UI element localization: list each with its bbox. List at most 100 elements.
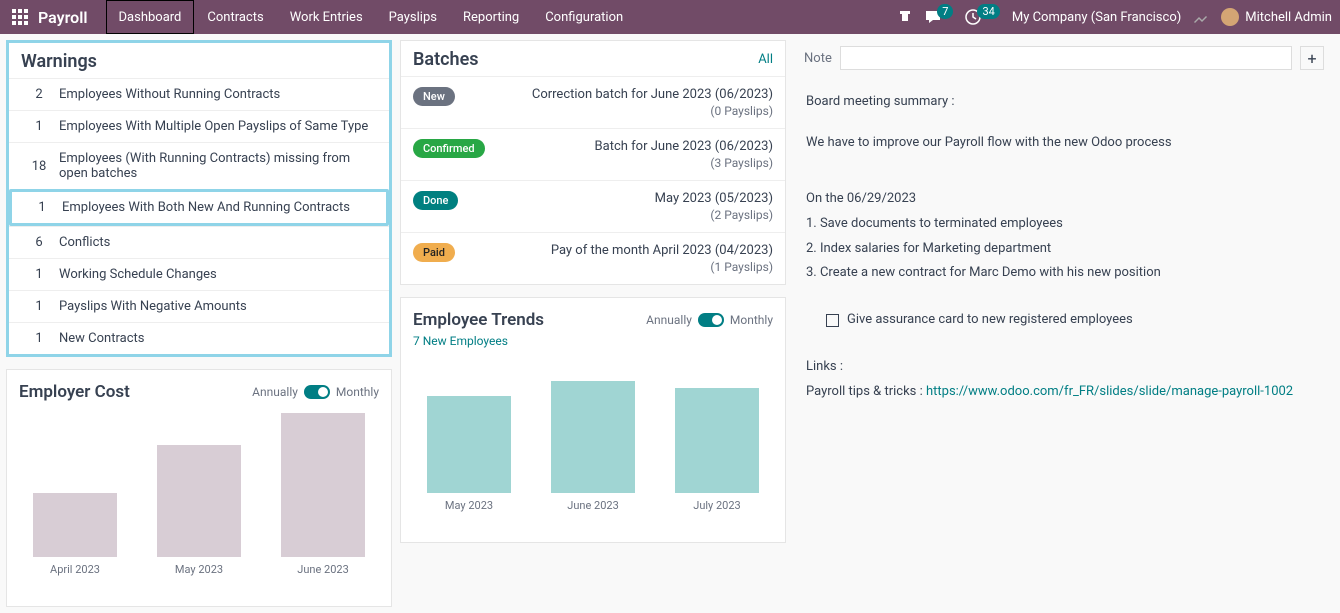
tab-dashboard[interactable]: Dashboard bbox=[106, 0, 195, 34]
employee-trends-chart: May 2023 June 2023 July 2023 bbox=[401, 352, 785, 542]
employer-cost-card: Employer Cost Annually Monthly April 202… bbox=[6, 369, 392, 607]
top-nav: Payroll Dashboard Contracts Work Entries… bbox=[0, 0, 1340, 34]
chart-bar-column: May 2023 bbox=[151, 445, 247, 576]
period-toggle[interactable] bbox=[304, 385, 330, 399]
note-line: 3. Create a new contract for Marc Demo w… bbox=[806, 261, 1322, 286]
chart-bar-label: May 2023 bbox=[445, 499, 493, 512]
chart-bar bbox=[675, 388, 759, 493]
debug-icon[interactable] bbox=[1193, 9, 1209, 25]
note-line: Payroll tips & tricks : https://www.odoo… bbox=[806, 380, 1322, 405]
chart-bar bbox=[33, 493, 117, 557]
note-line: Links : bbox=[806, 355, 1322, 380]
chart-bar-column: April 2023 bbox=[27, 493, 123, 576]
warning-label: Payslips With Negative Amounts bbox=[59, 299, 379, 314]
batch-subtitle: (1 Payslips) bbox=[551, 260, 773, 274]
warning-label: Employees Without Running Contracts bbox=[59, 87, 379, 102]
tab-work-entries[interactable]: Work Entries bbox=[277, 0, 376, 34]
voip-icon[interactable] bbox=[897, 9, 913, 25]
warning-count: 2 bbox=[19, 87, 59, 102]
warnings-list: 2Employees Without Running Contracts 1Em… bbox=[9, 78, 389, 354]
brand-title: Payroll bbox=[38, 8, 88, 27]
new-employees-link[interactable]: 7 New Employees bbox=[401, 334, 785, 352]
add-note-button[interactable]: + bbox=[1300, 46, 1324, 70]
status-badge: New bbox=[413, 87, 455, 106]
period-toggle[interactable] bbox=[698, 313, 724, 327]
warning-label: Employees With Both New And Running Cont… bbox=[62, 200, 376, 215]
note-line: Board meeting summary : bbox=[806, 90, 1322, 115]
warning-count: 1 bbox=[19, 119, 59, 134]
batch-title: Correction batch for June 2023 (06/2023) bbox=[532, 87, 773, 102]
batches-title: Batches bbox=[413, 49, 479, 70]
note-line: On the 06/29/2023 bbox=[806, 187, 1322, 212]
warning-label: Conflicts bbox=[59, 235, 379, 250]
messages-badge: 7 bbox=[937, 4, 953, 19]
messages-button[interactable]: 7 bbox=[925, 9, 953, 25]
warnings-title: Warnings bbox=[21, 51, 97, 72]
warning-row[interactable]: 2Employees Without Running Contracts bbox=[9, 78, 389, 110]
user-menu[interactable]: Mitchell Admin bbox=[1221, 8, 1332, 26]
note-body: Board meeting summary : We have to impro… bbox=[794, 76, 1334, 418]
batch-title: May 2023 (05/2023) bbox=[655, 191, 773, 206]
warning-label: New Contracts bbox=[59, 331, 379, 346]
batch-title: Pay of the month April 2023 (04/2023) bbox=[551, 243, 773, 258]
warning-count: 1 bbox=[19, 267, 59, 282]
batch-title: Batch for June 2023 (06/2023) bbox=[595, 139, 773, 154]
employee-trends-title: Employee Trends bbox=[413, 310, 544, 330]
notes-panel: Note + Board meeting summary : We have t… bbox=[794, 40, 1334, 418]
chart-bar bbox=[281, 413, 365, 557]
batch-row[interactable]: Done May 2023 (05/2023)(2 Payslips) bbox=[401, 180, 785, 232]
activities-button[interactable]: 34 bbox=[965, 9, 999, 25]
warning-count: 1 bbox=[22, 200, 62, 215]
chart-bar-label: April 2023 bbox=[50, 563, 100, 576]
company-selector[interactable]: My Company (San Francisco) bbox=[1012, 10, 1181, 25]
warning-count: 1 bbox=[19, 299, 59, 314]
checkbox-icon[interactable] bbox=[826, 314, 839, 327]
warning-row[interactable]: 1New Contracts bbox=[9, 322, 389, 354]
employer-cost-chart: April 2023 May 2023 June 2023 bbox=[7, 406, 391, 606]
batch-subtitle: (0 Payslips) bbox=[532, 104, 773, 118]
note-line: 1. Save documents to terminated employee… bbox=[806, 212, 1322, 237]
toggle-label-monthly: Monthly bbox=[336, 385, 379, 399]
warning-row-highlighted[interactable]: 1Employees With Both New And Running Con… bbox=[9, 189, 389, 226]
batch-row[interactable]: New Correction batch for June 2023 (06/2… bbox=[401, 76, 785, 128]
warning-count: 6 bbox=[19, 235, 59, 250]
warning-label: Working Schedule Changes bbox=[59, 267, 379, 282]
warnings-card: Warnings 2Employees Without Running Cont… bbox=[6, 40, 392, 357]
warning-row[interactable]: 1Payslips With Negative Amounts bbox=[9, 290, 389, 322]
toggle-label-annually: Annually bbox=[646, 313, 692, 327]
batches-list: New Correction batch for June 2023 (06/2… bbox=[401, 76, 785, 284]
checkbox-label: Give assurance card to new registered em… bbox=[847, 308, 1133, 333]
chart-bar-label: June 2023 bbox=[567, 499, 619, 512]
toggle-label-annually: Annually bbox=[252, 385, 298, 399]
note-line: We have to improve our Payroll flow with… bbox=[806, 131, 1322, 156]
chart-bar-column: July 2023 bbox=[669, 388, 765, 512]
batches-card: Batches All New Correction batch for Jun… bbox=[400, 40, 786, 285]
note-text: Payroll tips & tricks : bbox=[806, 384, 926, 399]
warning-row[interactable]: 1Working Schedule Changes bbox=[9, 258, 389, 290]
warning-row[interactable]: 1Employees With Multiple Open Payslips o… bbox=[9, 110, 389, 142]
batch-row[interactable]: Confirmed Batch for June 2023 (06/2023)(… bbox=[401, 128, 785, 180]
nav-tabs: Dashboard Contracts Work Entries Payslip… bbox=[106, 0, 637, 34]
warning-count: 18 bbox=[19, 159, 59, 174]
note-input[interactable] bbox=[840, 46, 1292, 70]
warning-label: Employees With Multiple Open Payslips of… bbox=[59, 119, 379, 134]
note-checkbox-line[interactable]: Give assurance card to new registered em… bbox=[806, 308, 1322, 333]
batch-row[interactable]: Paid Pay of the month April 2023 (04/202… bbox=[401, 232, 785, 284]
note-line: 2. Index salaries for Marketing departme… bbox=[806, 237, 1322, 262]
apps-icon[interactable] bbox=[12, 9, 28, 25]
chart-bar bbox=[551, 381, 635, 494]
warning-label: Employees (With Running Contracts) missi… bbox=[59, 151, 379, 181]
batch-subtitle: (3 Payslips) bbox=[595, 156, 773, 170]
toggle-label-monthly: Monthly bbox=[730, 313, 773, 327]
chart-bar-column: June 2023 bbox=[275, 413, 371, 576]
warning-row[interactable]: 6Conflicts bbox=[9, 226, 389, 258]
employee-trends-card: Employee Trends Annually Monthly 7 New E… bbox=[400, 297, 786, 543]
warning-row[interactable]: 18Employees (With Running Contracts) mis… bbox=[9, 142, 389, 189]
tab-configuration[interactable]: Configuration bbox=[532, 0, 636, 34]
tab-reporting[interactable]: Reporting bbox=[450, 0, 532, 34]
tab-contracts[interactable]: Contracts bbox=[194, 0, 276, 34]
batches-all-link[interactable]: All bbox=[758, 52, 773, 67]
batch-subtitle: (2 Payslips) bbox=[655, 208, 773, 222]
tab-payslips[interactable]: Payslips bbox=[376, 0, 450, 34]
note-link[interactable]: https://www.odoo.com/fr_FR/slides/slide/… bbox=[926, 384, 1293, 399]
